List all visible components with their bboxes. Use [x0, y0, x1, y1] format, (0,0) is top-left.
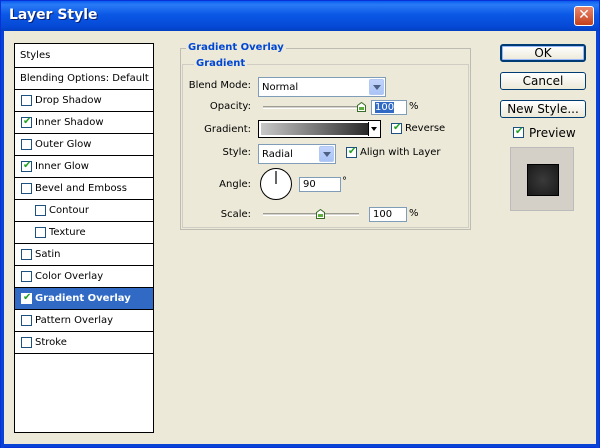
gradient-label: Gradient: — [204, 124, 251, 135]
style-item-label: Pattern Overlay — [35, 315, 114, 326]
group-title: Gradient Overlay — [186, 42, 286, 53]
style-item-label: Contour — [49, 205, 89, 216]
angle-dial[interactable] — [259, 167, 293, 201]
scale-value: 100 — [373, 209, 393, 220]
angle-unit: ° — [342, 176, 347, 187]
preview-checkbox[interactable]: ✔ — [513, 126, 524, 138]
chevron-down-icon — [371, 127, 377, 131]
new-style-button[interactable]: New Style... — [500, 100, 586, 118]
checkmark-icon: ✔ — [23, 160, 32, 171]
style-item-label: Color Overlay — [35, 271, 104, 282]
style-item-label: Satin — [35, 249, 61, 260]
style-item-checkbox[interactable] — [35, 205, 46, 216]
styles-header-label: Styles — [20, 50, 51, 61]
gradient-swatch[interactable] — [261, 123, 368, 135]
styles-list: Styles Blending Options: Default Drop Sha… — [14, 43, 154, 433]
checkmark-icon: ✔ — [393, 122, 402, 133]
style-item-color-overlay[interactable]: Color Overlay — [15, 266, 153, 288]
style-item-checkbox[interactable] — [21, 249, 32, 260]
checkmark-icon: ✔ — [348, 146, 357, 157]
cancel-button[interactable]: Cancel — [500, 72, 586, 90]
style-item-blending-options-default[interactable]: Blending Options: Default — [15, 68, 153, 90]
style-item-label: Inner Glow — [35, 161, 89, 172]
scale-slider-track[interactable] — [263, 213, 359, 216]
align-with-layer-label: Align with Layer — [360, 147, 441, 158]
gradient-picker[interactable] — [258, 120, 381, 138]
window-frame-right — [596, 31, 599, 448]
gradient-dropdown-button[interactable] — [368, 122, 379, 136]
align-with-layer-checkbox[interactable]: ✔ — [346, 146, 357, 158]
style-item-stroke[interactable]: Stroke — [15, 332, 153, 354]
reverse-checkbox[interactable]: ✔ — [391, 122, 402, 134]
window-title: Layer Style — [9, 7, 98, 23]
style-item-satin[interactable]: Satin — [15, 244, 153, 266]
checkmark-icon: ✔ — [23, 116, 32, 127]
style-item-label: Blending Options: Default — [20, 73, 149, 84]
style-item-gradient-overlay[interactable]: ✔ Gradient Overlay — [15, 288, 153, 310]
style-item-checkbox[interactable] — [21, 271, 32, 282]
style-item-checkbox[interactable] — [21, 95, 32, 106]
close-button[interactable]: ✕ — [574, 6, 594, 26]
style-value: Radial — [262, 149, 293, 160]
style-item-checkbox[interactable] — [21, 337, 32, 348]
opacity-slider-track[interactable] — [263, 106, 361, 109]
style-item-checkbox[interactable]: ✔ — [21, 116, 32, 128]
style-item-texture[interactable]: Texture — [15, 222, 153, 244]
style-item-inner-shadow[interactable]: ✔ Inner Shadow — [15, 112, 153, 134]
style-item-checkbox[interactable] — [21, 139, 32, 150]
layer-style-dialog: Layer Style ✕ Styles Blending Options: D… — [0, 0, 600, 448]
styles-header[interactable]: Styles — [15, 44, 153, 68]
checkmark-icon: ✔ — [515, 126, 524, 137]
style-item-label: Gradient Overlay — [35, 293, 131, 304]
preview-swatch — [527, 164, 559, 196]
style-select[interactable]: Radial — [258, 144, 336, 164]
opacity-value: 100 — [375, 102, 395, 113]
scale-slider-thumb[interactable] — [316, 209, 326, 219]
style-item-checkbox[interactable] — [21, 315, 32, 326]
style-item-contour[interactable]: Contour — [15, 200, 153, 222]
opacity-input[interactable]: 100 — [371, 100, 407, 115]
blend-mode-select[interactable]: Normal — [258, 77, 386, 97]
style-item-outer-glow[interactable]: Outer Glow — [15, 134, 153, 156]
scale-label: Scale: — [220, 209, 251, 220]
reverse-label: Reverse — [405, 123, 446, 134]
style-item-drop-shadow[interactable]: Drop Shadow — [15, 90, 153, 112]
opacity-label: Opacity: — [209, 101, 251, 112]
scale-input[interactable]: 100 — [369, 207, 407, 222]
window-frame-bottom — [1, 444, 599, 447]
style-item-label: Texture — [49, 227, 86, 238]
angle-label: Angle: — [219, 179, 251, 190]
style-item-checkbox[interactable]: ✔ — [21, 292, 32, 304]
style-label: Style: — [222, 147, 252, 158]
angle-value: 90 — [303, 179, 316, 190]
style-item-bevel-and-emboss[interactable]: Bevel and Emboss — [15, 178, 153, 200]
blend-mode-value: Normal — [262, 82, 299, 93]
angle-input[interactable]: 90 — [299, 177, 341, 192]
style-item-checkbox[interactable] — [21, 183, 32, 194]
ok-button[interactable]: OK — [500, 44, 586, 62]
preview-thumbnail — [510, 147, 574, 211]
window-frame-left — [1, 31, 4, 448]
checkmark-icon: ✔ — [23, 292, 32, 303]
style-item-label: Bevel and Emboss — [35, 183, 127, 194]
title-bar[interactable]: Layer Style ✕ — [1, 1, 599, 31]
style-item-label: Drop Shadow — [35, 95, 102, 106]
opacity-unit: % — [409, 101, 419, 112]
style-item-checkbox[interactable] — [35, 227, 46, 238]
scale-unit: % — [409, 208, 419, 219]
style-item-label: Stroke — [35, 337, 67, 348]
blend-mode-label: Blend Mode: — [188, 80, 251, 91]
opacity-slider-thumb[interactable] — [356, 102, 366, 112]
style-item-label: Inner Shadow — [35, 117, 104, 128]
chevron-down-icon[interactable] — [369, 79, 384, 95]
chevron-down-icon[interactable] — [319, 146, 334, 162]
style-item-pattern-overlay[interactable]: Pattern Overlay — [15, 310, 153, 332]
subgroup-title: Gradient — [194, 58, 248, 69]
style-item-inner-glow[interactable]: ✔ Inner Glow — [15, 156, 153, 178]
preview-label: Preview — [529, 126, 576, 140]
style-item-checkbox[interactable]: ✔ — [21, 160, 32, 172]
close-icon: ✕ — [578, 7, 590, 23]
style-item-label: Outer Glow — [35, 139, 92, 150]
